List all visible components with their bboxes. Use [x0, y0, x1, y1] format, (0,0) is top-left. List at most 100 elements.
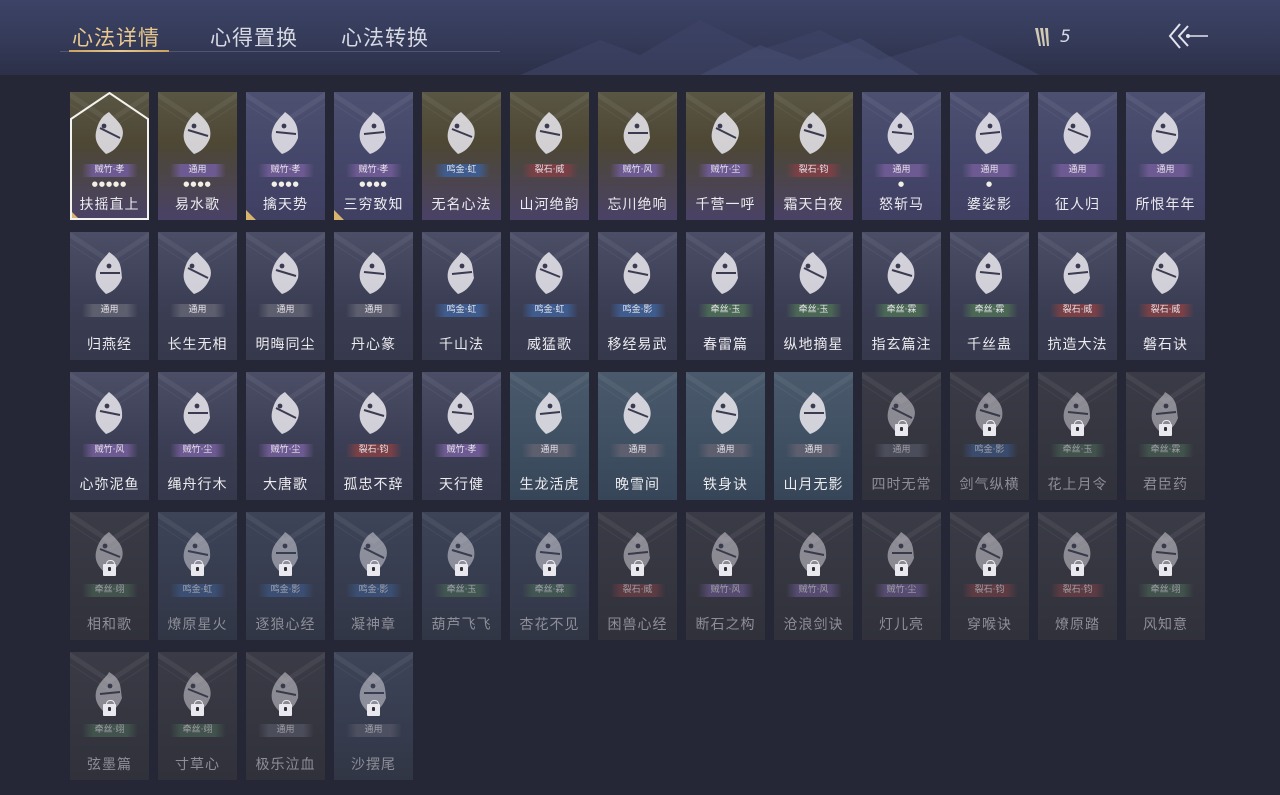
skill-card[interactable]: 鸣金·虹 千山法	[422, 232, 501, 360]
tab-details[interactable]: 心法详情	[72, 22, 160, 52]
skill-name: 易水歌	[175, 197, 220, 213]
crossed-blades-icon	[887, 112, 914, 154]
school-badge: 通用	[961, 164, 1018, 177]
skill-name: 晚雪间	[615, 477, 660, 493]
skill-card[interactable]: 裂石·钧 孤忠不辞	[334, 372, 413, 500]
orbit-icon	[799, 252, 827, 294]
skill-name: 山月无影	[783, 477, 844, 493]
skill-card[interactable]: 裂石·威 困兽心经	[598, 512, 677, 640]
skill-card[interactable]: 贼竹·孝 ●●●● 擒天势	[246, 92, 325, 220]
lock-icon	[191, 560, 204, 576]
skill-card[interactable]: 贼竹·风 忘川绝响	[598, 92, 677, 220]
scroll-icon	[359, 112, 386, 154]
skill-card[interactable]: 鸣金·影 剑气纵横	[950, 372, 1029, 500]
skill-card[interactable]: 裂石·钧 霜天白夜	[774, 92, 853, 220]
skill-card[interactable]: 贼竹·孝 天行健	[422, 372, 501, 500]
armor-icon	[623, 252, 651, 294]
skill-card[interactable]: 鸣金·虹 无名心法	[422, 92, 501, 220]
skill-card[interactable]: 通用 铁身诀	[686, 372, 765, 500]
prayer-hands-icon	[535, 252, 563, 294]
skill-card[interactable]: 鸣金·影 凝神章	[334, 512, 413, 640]
school-badge: 通用	[1137, 164, 1194, 177]
skill-card[interactable]: 通用 ● 怒斩马	[862, 92, 941, 220]
skill-card[interactable]: 牵丝·翊 寸草心	[158, 652, 237, 780]
skill-card[interactable]: 鸣金·影 逐狼心经	[246, 512, 325, 640]
star-dots: ●●●●	[334, 180, 413, 188]
skill-card[interactable]: 鸣金·虹 威猛歌	[510, 232, 589, 360]
skill-card[interactable]: 通用 明晦同尘	[246, 232, 325, 360]
skill-card[interactable]: 牵丝·翊 风知意	[1126, 512, 1205, 640]
skill-name: 铁身诀	[703, 477, 748, 493]
skill-card[interactable]: 裂石·钧 燎原踏	[1038, 512, 1117, 640]
skill-card[interactable]: 通用 长生无相	[158, 232, 237, 360]
school-badge: 通用	[785, 444, 842, 457]
star-dots: ●●●●	[246, 180, 325, 188]
lock-icon	[807, 560, 820, 576]
skill-name: 所恨年年	[1135, 197, 1196, 213]
star-dots: ●	[862, 180, 941, 188]
tab-exchange[interactable]: 心得置换	[210, 22, 298, 52]
skill-card[interactable]: 通用 四时无常	[862, 372, 941, 500]
star-dot: ●	[197, 180, 205, 188]
skill-card[interactable]: 通用 征人归	[1038, 92, 1117, 220]
skill-card[interactable]: 牵丝·玉 纵地摘星	[774, 232, 853, 360]
school-badge: 通用	[697, 444, 754, 457]
skill-name: 明晦同尘	[255, 337, 316, 353]
skill-card[interactable]: 通用 ● 婆娑影	[950, 92, 1029, 220]
horse-icon	[183, 112, 211, 154]
skill-card[interactable]: 牵丝·玉 花上月令	[1038, 372, 1117, 500]
skill-name: 长生无相	[167, 337, 228, 353]
school-badge: 牵丝·霖	[521, 584, 578, 597]
skill-card[interactable]: 贼竹·风 沧浪剑诀	[774, 512, 853, 640]
skill-card[interactable]: 通用 归燕经	[70, 232, 149, 360]
skill-card[interactable]: 裂石·钧 穿喉诀	[950, 512, 1029, 640]
back-arrow-icon[interactable]	[1166, 20, 1210, 52]
skill-card[interactable]: 鸣金·影 移经易武	[598, 232, 677, 360]
skill-card[interactable]: 鸣金·虹 燎原星火	[158, 512, 237, 640]
skill-card[interactable]: 牵丝·霖 千丝蛊	[950, 232, 1029, 360]
skill-card[interactable]: 通用 丹心篆	[334, 232, 413, 360]
skill-card[interactable]: 贼竹·尘 千营一呼	[686, 92, 765, 220]
skill-card[interactable]: 通用 所恨年年	[1126, 92, 1205, 220]
lock-icon	[367, 560, 380, 576]
school-badge: 鸣金·虹	[169, 584, 226, 597]
skill-name: 抗造大法	[1047, 337, 1108, 353]
new-corner-marker	[334, 210, 344, 220]
skill-card[interactable]: 牵丝·玉 春雷篇	[686, 232, 765, 360]
skill-name: 磐石诀	[1143, 337, 1188, 353]
skill-card[interactable]: 贼竹·尘 绳舟行木	[158, 372, 237, 500]
skill-card[interactable]: 裂石·威 抗造大法	[1038, 232, 1117, 360]
skill-card[interactable]: 牵丝·翊 弦墨篇	[70, 652, 149, 780]
school-badge: 通用	[873, 164, 930, 177]
bell-icon	[1063, 252, 1090, 294]
skill-card[interactable]: 贼竹·风 心弥泥鱼	[70, 372, 149, 500]
skill-card[interactable]: 贼竹·尘 大唐歌	[246, 372, 325, 500]
spiral-cross-icon	[535, 392, 562, 434]
skill-card[interactable]: 贼竹·孝 ●●●● 三穷致知	[334, 92, 413, 220]
skill-card[interactable]: 牵丝·霖 指玄篇注	[862, 232, 941, 360]
school-badge: 通用	[1049, 164, 1106, 177]
skill-card[interactable]: 贼竹·孝 ●●●●● 扶摇直上	[70, 92, 149, 220]
skill-card[interactable]: 牵丝·翊 相和歌	[70, 512, 149, 640]
skill-card[interactable]: 裂石·威 磐石诀	[1126, 232, 1205, 360]
school-badge: 通用	[609, 444, 666, 457]
skill-card[interactable]: 通用 生龙活虎	[510, 372, 589, 500]
skill-card[interactable]: 通用 山月无影	[774, 372, 853, 500]
tab-convert[interactable]: 心法转换	[341, 22, 429, 52]
skill-card[interactable]: 通用 极乐泣血	[246, 652, 325, 780]
sword-icon	[447, 112, 475, 154]
skill-card[interactable]: 通用 ●●●● 易水歌	[158, 92, 237, 220]
skill-card[interactable]: 通用 沙摆尾	[334, 652, 413, 780]
skill-card[interactable]: 牵丝·霖 杏花不见	[510, 512, 589, 640]
skill-card[interactable]: 裂石·威 山河绝韵	[510, 92, 589, 220]
lock-icon	[279, 560, 292, 576]
fish-icon	[95, 392, 123, 434]
skill-name: 剑气纵横	[959, 477, 1020, 493]
skill-card[interactable]: 贼竹·风 断石之构	[686, 512, 765, 640]
skill-card[interactable]: 牵丝·霖 君臣药	[1126, 372, 1205, 500]
skill-card[interactable]: 通用 晚雪间	[598, 372, 677, 500]
skill-name: 花上月令	[1047, 477, 1108, 493]
star-dot: ●	[380, 180, 388, 188]
skill-card[interactable]: 牵丝·玉 葫芦飞飞	[422, 512, 501, 640]
skill-card[interactable]: 贼竹·尘 灯儿亮	[862, 512, 941, 640]
